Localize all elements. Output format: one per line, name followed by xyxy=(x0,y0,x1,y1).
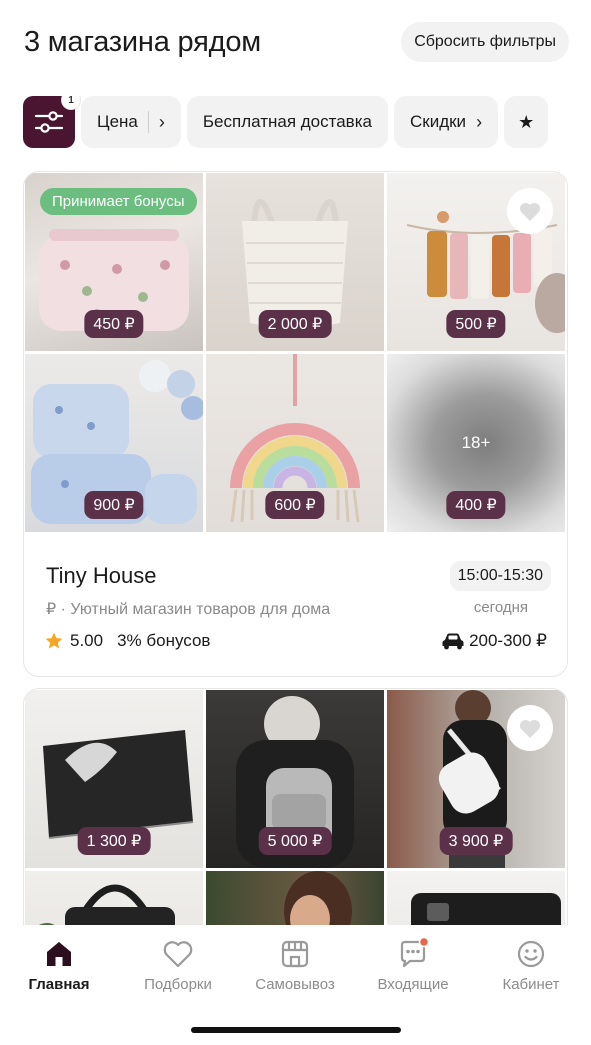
price-badge: 5 000 ₽ xyxy=(258,827,332,855)
heart-icon xyxy=(163,941,193,968)
shop-card[interactable]: 1 300 ₽ 5 000 ₽ 3 900 ₽ xyxy=(23,688,568,948)
tab-label: Кабинет xyxy=(502,976,560,993)
tab-label: Входящие xyxy=(377,976,449,993)
filter-chip-price[interactable]: Цена › xyxy=(81,96,181,148)
price-badge: 400 ₽ xyxy=(446,491,506,519)
filter-chip-discounts[interactable]: Скидки › xyxy=(393,96,499,148)
rating-value: 5.00 xyxy=(70,631,104,650)
chip-label: Цена xyxy=(97,112,138,131)
product-adult-blurred[interactable]: 18+ 400 ₽ xyxy=(387,354,565,532)
adult-content-label: 18+ xyxy=(461,433,491,452)
price-badge: 900 ₽ xyxy=(84,491,144,519)
chat-icon xyxy=(400,937,430,968)
product-rope-basket[interactable]: 2 000 ₽ xyxy=(206,173,384,351)
filter-chip-free-delivery[interactable]: Бесплатная доставка xyxy=(186,96,388,148)
filter-chip-rating[interactable]: ★ xyxy=(504,96,549,148)
tab-profile[interactable]: Кабинет xyxy=(476,937,586,993)
tab-home[interactable]: Главная xyxy=(4,937,114,993)
star-icon: ★ xyxy=(518,111,535,132)
favorite-button[interactable] xyxy=(507,705,553,751)
delivery-price: 200-300 ₽ xyxy=(469,631,547,650)
tab-label: Главная xyxy=(28,976,90,993)
tab-label: Самовывоз xyxy=(255,976,335,993)
accepts-bonuses-tag: Принимает бонусы xyxy=(40,188,197,215)
filter-sliders-icon xyxy=(34,111,64,133)
tab-collections[interactable]: Подборки xyxy=(123,937,233,993)
pickup-time: 15:00-15:30 xyxy=(449,561,551,591)
star-icon xyxy=(45,632,63,649)
product-rainbow-decor[interactable]: 600 ₽ xyxy=(206,354,384,532)
filter-count-badge: 1 xyxy=(62,96,80,109)
heart-icon xyxy=(519,719,541,738)
shop-name: Tiny House xyxy=(46,563,157,588)
chip-label: Скидки xyxy=(409,112,467,131)
price-badge: 1 300 ₽ xyxy=(77,827,151,855)
delivery-info: 200-300 ₽ xyxy=(441,631,547,651)
chevron-right-icon: › xyxy=(476,111,483,132)
bottom-tab-bar: Главная Подборки Самовывоз Входящие Каби… xyxy=(0,925,591,1045)
tab-label: Подборки xyxy=(144,976,212,993)
home-indicator xyxy=(190,1027,401,1033)
profile-icon xyxy=(517,940,545,968)
home-icon xyxy=(47,942,71,966)
reset-filters-button[interactable]: Сбросить фильтры xyxy=(401,22,569,62)
price-badge: 450 ₽ xyxy=(84,310,144,338)
chip-label: Бесплатная доставка xyxy=(202,112,372,131)
tab-pickup[interactable]: Самовывоз xyxy=(240,937,350,993)
pickup-day: сегодня xyxy=(473,599,528,616)
product-grid: 1 300 ₽ 5 000 ₽ 3 900 ₽ xyxy=(25,690,566,948)
product-laptop-sleeve[interactable]: 1 300 ₽ xyxy=(25,690,203,868)
heart-icon xyxy=(519,202,541,221)
shop-description: ₽ · Уютный магазин товаров для дома xyxy=(46,601,331,618)
header: 3 магазина рядом Сбросить фильтры xyxy=(24,20,569,64)
filters-button[interactable]: 1 xyxy=(23,96,80,148)
page-title: 3 магазина рядом xyxy=(24,25,261,58)
price-badge: 2 000 ₽ xyxy=(258,310,332,338)
tab-inbox[interactable]: Входящие xyxy=(358,937,468,993)
price-badge: 3 900 ₽ xyxy=(439,827,513,855)
favorite-button[interactable] xyxy=(507,188,553,234)
price-badge: 600 ₽ xyxy=(265,491,325,519)
rating-row: 5.00 3% бонусов xyxy=(44,631,210,651)
bonus-percent: 3% бонусов xyxy=(117,631,211,650)
store-icon xyxy=(281,940,309,968)
shop-info: Tiny House ₽ · Уютный магазин товаров дл… xyxy=(24,547,567,676)
filter-bar: 1 Цена › Бесплатная доставка Скидки › ★ xyxy=(23,96,591,148)
product-grid: 450 ₽ 2 000 ₽ 500 ₽ 900 ₽ 600 ₽ 18+ 400 … xyxy=(25,173,566,532)
product-floral-bags[interactable]: 900 ₽ xyxy=(25,354,203,532)
price-badge: 500 ₽ xyxy=(446,310,506,338)
chevron-right-icon: › xyxy=(158,111,165,132)
product-silver-backpack[interactable]: 5 000 ₽ xyxy=(206,690,384,868)
chip-divider xyxy=(147,111,149,133)
shop-card[interactable]: Принимает бонусы 450 ₽ 2 000 ₽ 500 ₽ 900… xyxy=(23,171,568,677)
car-icon xyxy=(442,633,464,650)
